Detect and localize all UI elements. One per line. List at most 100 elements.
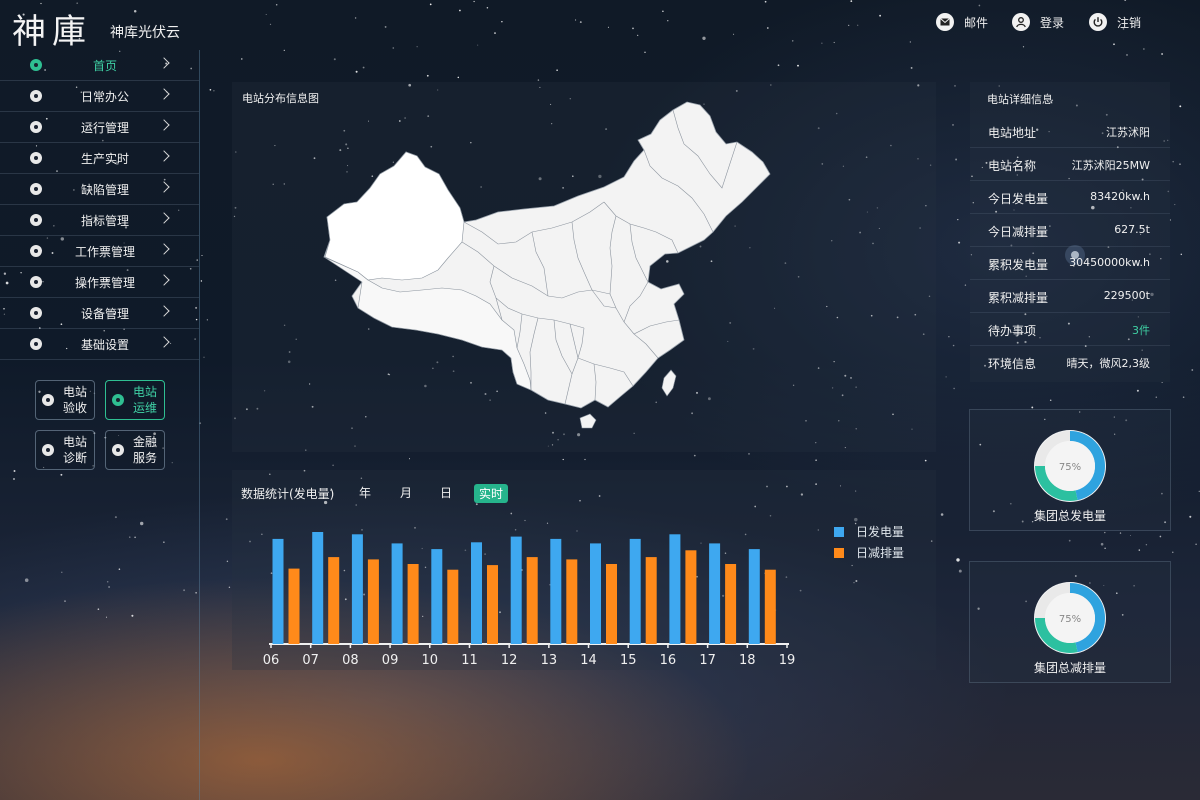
detail-value: 晴天，微风2,3级: [1066, 357, 1151, 370]
bar-daily-generation[interactable]: [748, 549, 760, 644]
sidebar-item-indicator-management[interactable]: 指标管理: [0, 205, 199, 236]
sidebar-item-basic-settings[interactable]: 基础设置: [0, 329, 199, 360]
detail-row-address: 电站地址 江苏沭阳: [970, 115, 1170, 148]
chevron-right-icon: [158, 336, 170, 348]
chevron-right-icon: [158, 57, 170, 69]
sidebar-item-label: 设备管理: [80, 306, 129, 321]
top-header: 神庫 神库光伏云 邮件 登录 注销: [0, 0, 1200, 52]
detail-value: 627.5t: [1114, 223, 1150, 236]
sidebar-item-label: 工作票管理: [74, 244, 135, 259]
station-map-panel: 电站分布信息图: [232, 82, 936, 452]
bar-daily-generation[interactable]: [669, 534, 681, 644]
sidebar-item-label: 基础设置: [80, 337, 129, 352]
home-icon: [30, 59, 42, 71]
chevron-right-icon: [158, 119, 170, 131]
detail-value: 229500t: [1103, 289, 1150, 302]
bar-daily-generation[interactable]: [590, 543, 601, 644]
detail-value: 30450000kw.h: [1069, 256, 1150, 269]
quick-label-line1: 电站: [62, 435, 87, 449]
quick-label-line1: 电站: [62, 385, 87, 399]
quick-station-diagnosis-button[interactable]: 电站 诊断: [35, 430, 95, 470]
xinjiang-region: [324, 151, 465, 281]
chevron-right-icon: [158, 88, 170, 100]
sidebar-item-operation-management[interactable]: 运行管理: [0, 112, 199, 143]
detail-key: 电站名称: [988, 159, 1037, 173]
station-detail-panel: 电站详细信息 电站地址 江苏沭阳 电站名称 江苏沭阳25MW 今日发电量 834…: [970, 82, 1170, 382]
operation-ticket-icon: [30, 276, 42, 288]
chevron-right-icon: [158, 243, 170, 255]
taiwan-island: [661, 369, 677, 397]
sidebar-item-work-ticket[interactable]: 工作票管理: [0, 236, 199, 267]
bar-daily-reduction[interactable]: [447, 569, 459, 644]
bar-daily-reduction[interactable]: [566, 559, 578, 644]
detail-row-total-generation: 累积发电量 30450000kw.h: [970, 247, 1170, 280]
sidebar-item-label: 操作票管理: [74, 275, 135, 290]
app-subtitle: 神库光伏云: [110, 25, 180, 41]
bar-daily-reduction[interactable]: [487, 565, 498, 644]
group-reduction-donut-panel: 75% 集团总减排量: [969, 561, 1171, 683]
bar-daily-reduction[interactable]: [764, 569, 776, 644]
bar-daily-generation[interactable]: [272, 538, 284, 644]
detail-value: 江苏沭阳: [1106, 126, 1150, 139]
donut-label: 集团总减排量: [1033, 661, 1106, 675]
legend-label: 日发电量: [856, 525, 905, 539]
logout-button[interactable]: 注销: [1089, 13, 1141, 31]
quick-station-acceptance-button[interactable]: 电站 验收: [35, 380, 95, 420]
x-tick-label: 08: [342, 653, 359, 668]
detail-key: 今日发电量: [988, 192, 1049, 206]
group-generation-donut-panel: 75% 集团总发电量: [969, 409, 1171, 531]
quick-label: 电站 验收: [61, 384, 89, 416]
bar-daily-reduction[interactable]: [288, 568, 300, 644]
user-icon: [1012, 13, 1030, 31]
bar-daily-generation[interactable]: [550, 538, 562, 644]
mail-button[interactable]: 邮件: [936, 13, 988, 31]
sidebar-item-production-realtime[interactable]: 生产实时: [0, 143, 199, 174]
sidebar-item-operation-ticket[interactable]: 操作票管理: [0, 267, 199, 298]
quick-label-line2: 服务: [132, 451, 157, 465]
bar-daily-generation[interactable]: [629, 538, 641, 644]
login-label: 登录: [1040, 15, 1065, 30]
bar-daily-generation[interactable]: [312, 532, 324, 644]
sidebar-item-home[interactable]: 首页: [0, 50, 199, 81]
bar-daily-reduction[interactable]: [367, 559, 379, 644]
quick-station-maintenance-button[interactable]: 电站 运维: [105, 380, 165, 420]
bar-daily-reduction[interactable]: [685, 550, 697, 644]
x-tick-label: 19: [779, 653, 796, 668]
login-button[interactable]: 登录: [1012, 13, 1064, 31]
detail-key: 今日减排量: [988, 225, 1049, 239]
quick-label-line1: 金融: [132, 435, 157, 449]
bar-daily-reduction[interactable]: [526, 557, 538, 644]
bar-daily-generation[interactable]: [351, 534, 363, 644]
bar-daily-reduction[interactable]: [645, 557, 657, 644]
bar-daily-reduction[interactable]: [606, 564, 617, 644]
bar-daily-generation[interactable]: [709, 543, 721, 644]
legend-item-daily-reduction: 日减排量: [834, 544, 904, 561]
todo-count-link[interactable]: 3件: [1132, 322, 1150, 338]
x-tick-label: 17: [699, 653, 716, 668]
bar-daily-reduction[interactable]: [407, 564, 419, 644]
office-icon: [30, 90, 42, 102]
detail-panel-title: 电站详细信息: [987, 93, 1053, 106]
settings-icon: [30, 338, 42, 350]
bar-daily-reduction[interactable]: [725, 564, 737, 644]
china-map[interactable]: [232, 82, 936, 452]
x-tick-label: 10: [421, 653, 438, 668]
sidebar-item-device-management[interactable]: 设备管理: [0, 298, 199, 329]
detail-row-today-generation: 今日发电量 83420kw.h: [970, 181, 1170, 214]
sidebar-item-defect-management[interactable]: 缺陷管理: [0, 174, 199, 205]
legend-swatch: [834, 547, 844, 558]
bar-daily-generation[interactable]: [471, 542, 482, 644]
detail-row-todo[interactable]: 待办事项 3件: [970, 313, 1170, 346]
chevron-right-icon: [158, 274, 170, 286]
bar-daily-generation[interactable]: [391, 543, 403, 644]
detail-row-total-reduction: 累积减排量 229500t: [970, 280, 1170, 313]
sidebar-item-daily-office[interactable]: 日常办公: [0, 81, 199, 112]
bar-daily-generation[interactable]: [510, 536, 522, 644]
app-logo: 神庫: [12, 12, 92, 52]
bar-daily-reduction[interactable]: [328, 557, 340, 644]
bar-daily-generation[interactable]: [431, 549, 443, 644]
quick-financial-service-button[interactable]: 金融 服务: [105, 430, 165, 470]
sidebar-item-label: 缺陷管理: [80, 182, 129, 197]
station-maintenance-icon: [112, 394, 124, 406]
device-icon: [30, 307, 42, 319]
